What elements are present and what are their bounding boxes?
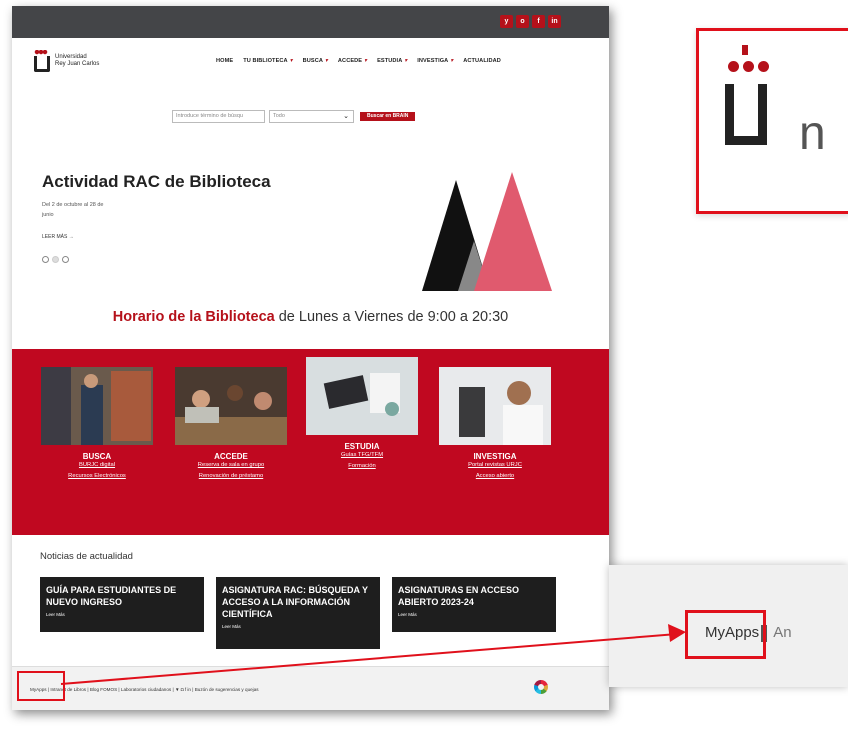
callout-arrow: [60, 624, 686, 685]
